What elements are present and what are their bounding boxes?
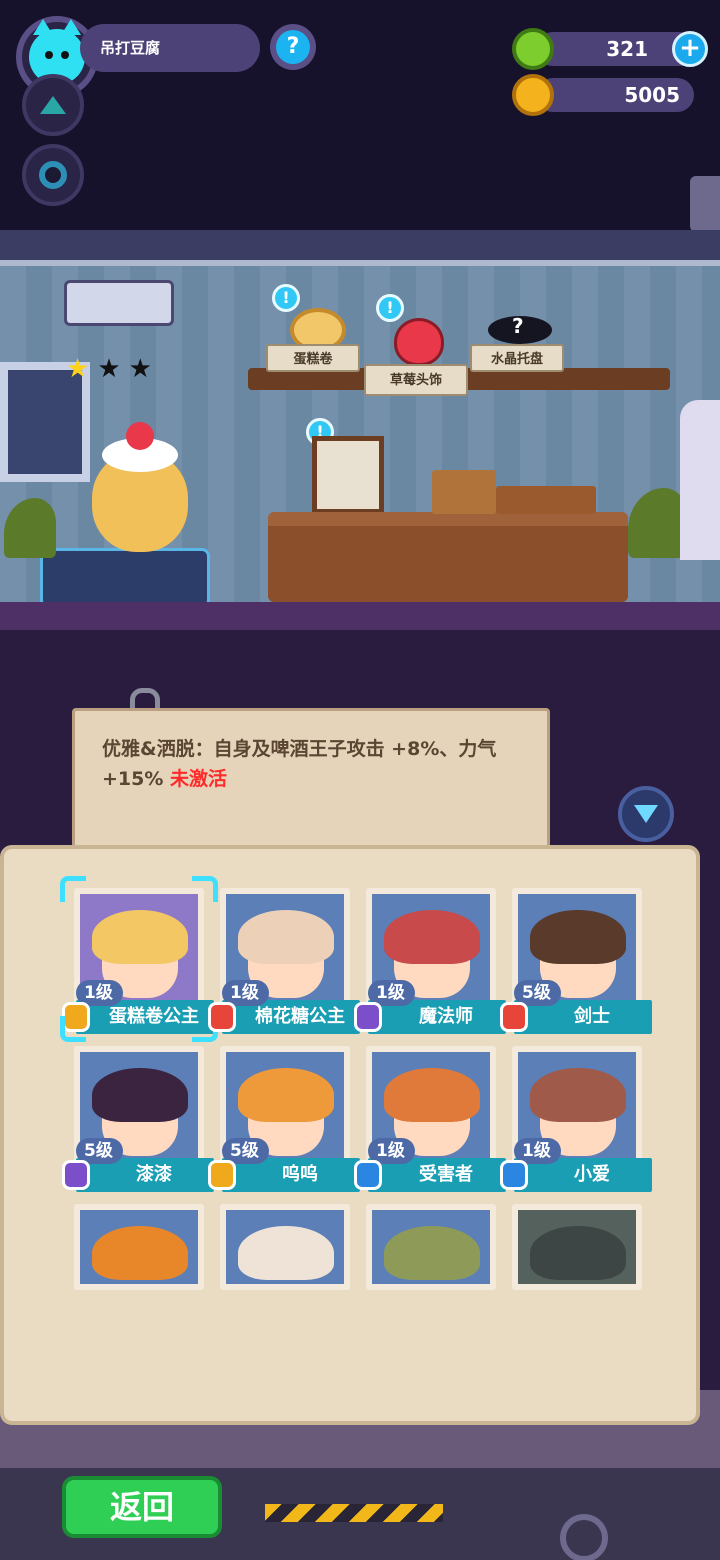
character-card-locked[interactable] bbox=[366, 1204, 496, 1290]
triangle-up-icon bbox=[40, 96, 66, 114]
character-portrait bbox=[92, 1226, 188, 1280]
photo-frame-item[interactable] bbox=[312, 436, 384, 514]
class-badge-icon bbox=[354, 1160, 382, 1190]
player-name[interactable]: 吊打豆腐 bbox=[80, 24, 260, 72]
star-empty-icon: ★ bbox=[97, 354, 121, 384]
selection-corner bbox=[60, 1016, 86, 1042]
character-hair bbox=[384, 910, 480, 964]
class-badge-icon bbox=[208, 1002, 236, 1032]
coat-rack bbox=[680, 400, 720, 560]
gear-icon bbox=[39, 161, 67, 189]
class-badge-icon bbox=[500, 1002, 528, 1032]
gold-value: 5005 bbox=[624, 83, 680, 107]
collapse-button[interactable] bbox=[22, 74, 84, 136]
collection-area: 优雅&洒脱：自身及啤酒王子攻击 +8%、力气 +15% 未激活 蛋糕卷公主 1级棉… bbox=[0, 630, 720, 1560]
locked-tray-item-icon[interactable]: ? bbox=[488, 314, 552, 344]
character-hair bbox=[530, 1068, 626, 1122]
star-filled-icon: ★ bbox=[66, 354, 90, 384]
hazard-stripe bbox=[265, 1504, 443, 1522]
effect-note-text: 优雅&洒脱：自身及啤酒王子攻击 +8%、力气 +15% 未激活 bbox=[102, 734, 532, 794]
filter-funnel-icon bbox=[634, 805, 658, 823]
question-mark-icon: ? bbox=[276, 30, 310, 64]
star-empty-icon: ★ bbox=[128, 354, 152, 384]
projector-lamp bbox=[64, 280, 174, 326]
cake-princess-character[interactable] bbox=[92, 422, 188, 552]
class-badge-icon bbox=[62, 1160, 90, 1190]
character-hair bbox=[92, 910, 188, 964]
character-portrait bbox=[530, 1226, 626, 1280]
class-badge-icon bbox=[208, 1160, 236, 1190]
side-tab-handle[interactable] bbox=[690, 176, 720, 232]
gems-value: 321 bbox=[606, 37, 648, 61]
selection-corner bbox=[60, 876, 86, 902]
shelf-label-crystal-tray: 水晶托盘 bbox=[470, 344, 564, 372]
desk bbox=[268, 512, 628, 602]
ring-decoration bbox=[560, 1514, 608, 1560]
character-hair bbox=[238, 1068, 334, 1122]
strawberry-headpiece-icon[interactable] bbox=[394, 318, 444, 366]
alert-bubble-icon[interactable]: ! bbox=[376, 294, 404, 322]
cat-ear-left bbox=[33, 19, 53, 35]
unknown-icon: ? bbox=[512, 314, 524, 338]
gold-planet-icon bbox=[512, 74, 554, 116]
class-badge-icon bbox=[354, 1002, 382, 1032]
floor bbox=[0, 602, 720, 630]
shelf-label-strawberry: 草莓头饰 bbox=[364, 364, 468, 396]
filter-button[interactable] bbox=[618, 786, 674, 842]
star-rating: ★ ★ ★ bbox=[66, 356, 152, 382]
ceiling-rail bbox=[0, 230, 720, 266]
alert-bubble-icon[interactable]: ! bbox=[272, 284, 300, 312]
character-hair bbox=[384, 1068, 480, 1122]
effect-description: 优雅&洒脱：自身及啤酒王子攻击 +8%、力气 +15% bbox=[102, 738, 497, 790]
strawberry-icon bbox=[126, 422, 154, 450]
character-hair bbox=[530, 910, 626, 964]
machine-seat bbox=[40, 548, 210, 608]
character-portrait bbox=[384, 1226, 480, 1280]
add-gems-button[interactable]: + bbox=[672, 31, 708, 67]
back-button[interactable]: 返回 bbox=[62, 1476, 222, 1538]
character-card-locked[interactable] bbox=[512, 1204, 642, 1290]
gem-icon bbox=[512, 28, 554, 70]
character-card-locked[interactable] bbox=[74, 1204, 204, 1290]
settings-button[interactable] bbox=[22, 144, 84, 206]
top-hud: 吊打豆腐 ? 321 + 5005 bbox=[0, 0, 720, 232]
gold-counter: 5005 bbox=[536, 78, 694, 112]
help-button[interactable]: ? bbox=[270, 24, 316, 70]
class-badge-icon bbox=[500, 1160, 528, 1190]
effect-status: 未激活 bbox=[170, 768, 228, 790]
character-hair bbox=[92, 1068, 188, 1122]
books-stack bbox=[432, 470, 496, 514]
selection-corner bbox=[192, 876, 218, 902]
character-card-locked[interactable] bbox=[220, 1204, 350, 1290]
cat-ear-right bbox=[61, 19, 81, 35]
character-room: ★ ★ ★ ! 蛋糕卷 ! 草莓头饰 ? 水晶托盘 ! bbox=[0, 230, 720, 630]
shelf-label-cake-roll: 蛋糕卷 bbox=[266, 344, 360, 372]
character-portrait bbox=[238, 1226, 334, 1280]
wooden-box bbox=[496, 486, 596, 514]
character-hair bbox=[238, 910, 334, 964]
